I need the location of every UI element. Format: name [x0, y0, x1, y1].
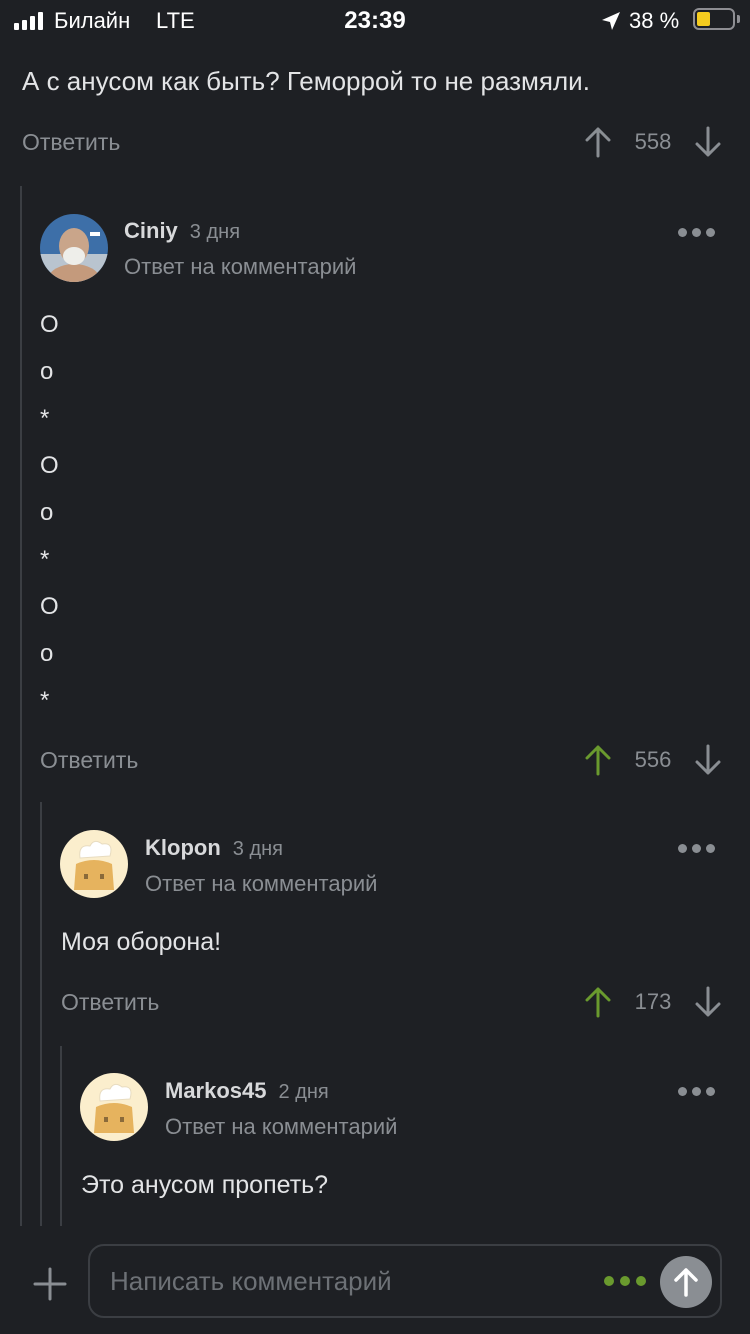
comment-line: О [40, 311, 59, 338]
comment-line: о [40, 358, 54, 385]
rating-count: 173 [634, 989, 672, 1014]
comment-age: 3 дня [189, 221, 241, 243]
upvote-button[interactable] [578, 122, 618, 162]
arrow-up-icon [585, 127, 611, 158]
rating-group: 556 [578, 740, 728, 780]
thread-line [20, 186, 22, 1226]
comment-line: О [40, 452, 59, 479]
arrow-down-icon [695, 986, 721, 1017]
more-options-button[interactable] [678, 838, 715, 858]
arrow-down-icon [695, 126, 721, 157]
downvote-button[interactable] [688, 122, 728, 162]
send-button[interactable] [660, 1256, 712, 1308]
author-name[interactable]: Markos45 [165, 1078, 267, 1104]
arrow-up-icon [585, 745, 611, 776]
battery-percent: 38 % [629, 8, 680, 33]
plus-icon [33, 1267, 67, 1301]
comment-line: о [40, 640, 54, 667]
avatar[interactable] [60, 830, 128, 898]
battery-cap [737, 15, 740, 23]
reply-to-label[interactable]: Ответ на комментарий [124, 254, 356, 280]
reply-to-label[interactable]: Ответ на комментарий [165, 1114, 397, 1140]
comment-line: * [40, 546, 50, 573]
comment-body: О о * О о * О о * [40, 305, 59, 728]
arrow-up-icon [585, 987, 611, 1018]
comment-body: Это анусом пропеть? [81, 1171, 329, 1199]
rating-group: 558 [578, 122, 728, 162]
arrow-up-icon [674, 1268, 698, 1297]
reply-to-label[interactable]: Ответ на комментарий [145, 871, 377, 897]
comment-age: 3 дня [232, 838, 283, 860]
rating-group: 173 [578, 982, 728, 1022]
thread-line [60, 1046, 62, 1226]
rating-count: 558 [634, 129, 672, 154]
avatar-photo [40, 214, 108, 282]
default-avatar-icon [60, 830, 128, 898]
default-avatar-icon [80, 1073, 148, 1141]
comment-age: 2 дня [278, 1081, 329, 1103]
comment-input-placeholder: Написать комментарий [110, 1266, 392, 1296]
comment-line: О [40, 593, 59, 620]
status-bar: Билайн LTE 23:39 38 % [0, 0, 750, 40]
reply-button[interactable]: Ответить [22, 129, 120, 156]
upvote-button[interactable] [578, 740, 618, 780]
reply-button[interactable]: Ответить [40, 747, 138, 774]
comment-actions: Ответить 556 [40, 740, 728, 780]
author-name[interactable]: Ciniy [124, 218, 178, 244]
reply-button[interactable]: Ответить [61, 989, 159, 1016]
comment-line: о [40, 499, 54, 526]
parent-comment-actions: Ответить 558 [22, 122, 728, 162]
parent-comment-text: А с анусом как быть? Геморрой то не разм… [22, 66, 590, 96]
comment-body: Моя оборона! [61, 928, 222, 956]
author-name[interactable]: Klopon [145, 835, 221, 861]
comment-header: Ciniy 3 дня [124, 218, 240, 244]
avatar[interactable] [40, 214, 108, 282]
location-arrow-icon [602, 12, 620, 30]
add-attachment-button[interactable] [30, 1264, 70, 1304]
more-dots-icon[interactable] [604, 1276, 646, 1286]
avatar[interactable] [80, 1073, 148, 1141]
upvote-button[interactable] [578, 982, 618, 1022]
comment-input[interactable]: Написать комментарий [88, 1244, 722, 1318]
comment-actions: Ответить 173 [61, 982, 728, 1022]
rating-count: 556 [634, 747, 672, 772]
comment-header: Klopon 3 дня [145, 835, 283, 861]
battery-level [697, 12, 710, 26]
comment-line: * [40, 405, 50, 432]
comment-composer: Написать комментарий [0, 1226, 750, 1334]
thread-line [40, 802, 42, 1226]
more-options-button[interactable] [678, 222, 715, 242]
comment-line: * [40, 687, 50, 714]
battery-icon [693, 8, 735, 30]
comment-header: Markos45 2 дня [165, 1078, 329, 1104]
arrow-down-icon [695, 744, 721, 775]
more-options-button[interactable] [678, 1081, 715, 1101]
downvote-button[interactable] [688, 740, 728, 780]
downvote-button[interactable] [688, 982, 728, 1022]
